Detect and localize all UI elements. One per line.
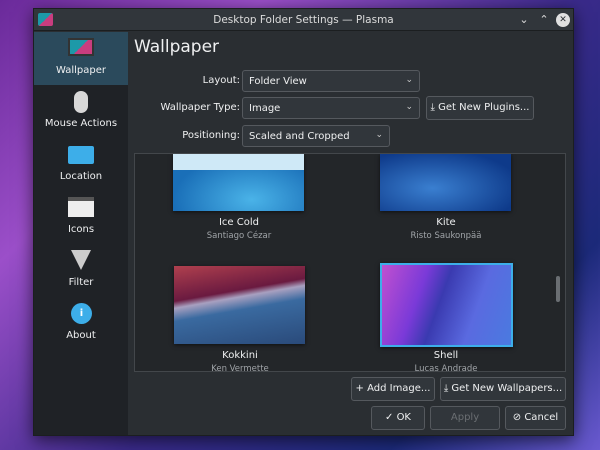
cancel-button[interactable]: ⊘ Cancel	[505, 406, 566, 430]
ok-button[interactable]: ✓ OK	[371, 406, 425, 430]
wallpaper-name: Kite	[436, 217, 456, 228]
check-icon: ✓	[385, 412, 397, 423]
ok-label: OK	[396, 412, 411, 423]
wallpaper-thumb-shell[interactable]	[380, 263, 513, 347]
apply-button[interactable]: Apply	[430, 406, 500, 430]
window-title: Desktop Folder Settings — Plasma	[213, 14, 394, 26]
sidebar-item-filter[interactable]: Filter	[34, 244, 128, 297]
plus-icon: +	[355, 383, 368, 394]
get-new-wallpapers-label: Get New Wallpapers...	[451, 383, 563, 394]
wallpaper-thumb-kokkini[interactable]	[174, 266, 305, 344]
maximize-button[interactable]: ⌃	[537, 13, 551, 27]
info-icon: i	[71, 303, 92, 324]
page-title: Wallpaper	[134, 37, 220, 57]
wallpaper-name: Ice Cold	[218, 217, 259, 228]
monitor-icon	[68, 38, 94, 56]
add-image-label: Add Image...	[367, 383, 431, 394]
sidebar-item-location[interactable]: Location	[34, 138, 128, 191]
sidebar-item-wallpaper[interactable]: Wallpaper	[34, 32, 128, 85]
wallpaper-name: Kokkini	[222, 350, 258, 361]
folder-icon	[68, 146, 94, 164]
wallpaper-author: Ken Vermette	[211, 364, 269, 372]
get-new-plugins-label: Get New Plugins...	[438, 102, 530, 113]
wallpaper-name: Shell	[433, 350, 459, 361]
filter-icon	[71, 250, 91, 270]
wallpaper-type-label: Wallpaper Type:	[160, 102, 240, 113]
chevron-down-icon: ⌄	[375, 130, 383, 140]
sidebar-item-mouse-actions[interactable]: Mouse Actions	[34, 85, 128, 138]
sidebar: Wallpaper Mouse Actions Location Icons F…	[34, 32, 128, 435]
mouse-icon	[74, 91, 88, 113]
wallpaper-author: Lucas Andrade	[414, 364, 478, 372]
wallpaper-author: Risto Saukonpää	[410, 231, 482, 241]
title-bar[interactable]: Desktop Folder Settings — Plasma ⌄ ⌃ ✕	[34, 9, 573, 31]
get-new-plugins-button[interactable]: ⤓ Get New Plugins...	[426, 96, 534, 120]
minimize-button[interactable]: ⌄	[517, 13, 531, 27]
close-button[interactable]: ✕	[556, 13, 570, 27]
sidebar-item-about[interactable]: i About	[34, 297, 128, 350]
wallpaper-type-select[interactable]: Image ⌄	[242, 97, 420, 119]
chevron-down-icon: ⌄	[405, 75, 413, 85]
download-icon: ⤓	[430, 102, 439, 113]
wallpaper-grid: Ice Cold Santiago Cézar Kite Risto Sauko…	[134, 153, 566, 372]
icons-view-icon	[68, 197, 94, 217]
wallpaper-type-value: Image	[249, 103, 281, 114]
scrollbar-handle[interactable]	[556, 276, 560, 302]
sidebar-item-icons[interactable]: Icons	[34, 191, 128, 244]
positioning-label: Positioning:	[182, 130, 240, 141]
layout-value: Folder View	[249, 76, 307, 87]
wallpaper-author: Santiago Cézar	[206, 231, 272, 241]
positioning-select[interactable]: Scaled and Cropped ⌄	[242, 125, 390, 147]
chevron-down-icon: ⌄	[405, 102, 413, 112]
cancel-icon: ⊘	[512, 412, 525, 423]
positioning-value: Scaled and Cropped	[249, 131, 350, 142]
wallpaper-thumb-ice-cold[interactable]	[173, 154, 304, 211]
cancel-label: Cancel	[524, 412, 559, 423]
apply-label: Apply	[450, 412, 480, 423]
layout-label: Layout:	[202, 75, 240, 86]
settings-window: Desktop Folder Settings — Plasma ⌄ ⌃ ✕ W…	[33, 8, 574, 436]
wallpaper-thumb-kite[interactable]	[380, 154, 511, 211]
get-new-wallpapers-button[interactable]: ⤓ Get New Wallpapers...	[440, 377, 566, 401]
add-image-button[interactable]: + Add Image...	[351, 377, 435, 401]
layout-select[interactable]: Folder View ⌄	[242, 70, 420, 92]
